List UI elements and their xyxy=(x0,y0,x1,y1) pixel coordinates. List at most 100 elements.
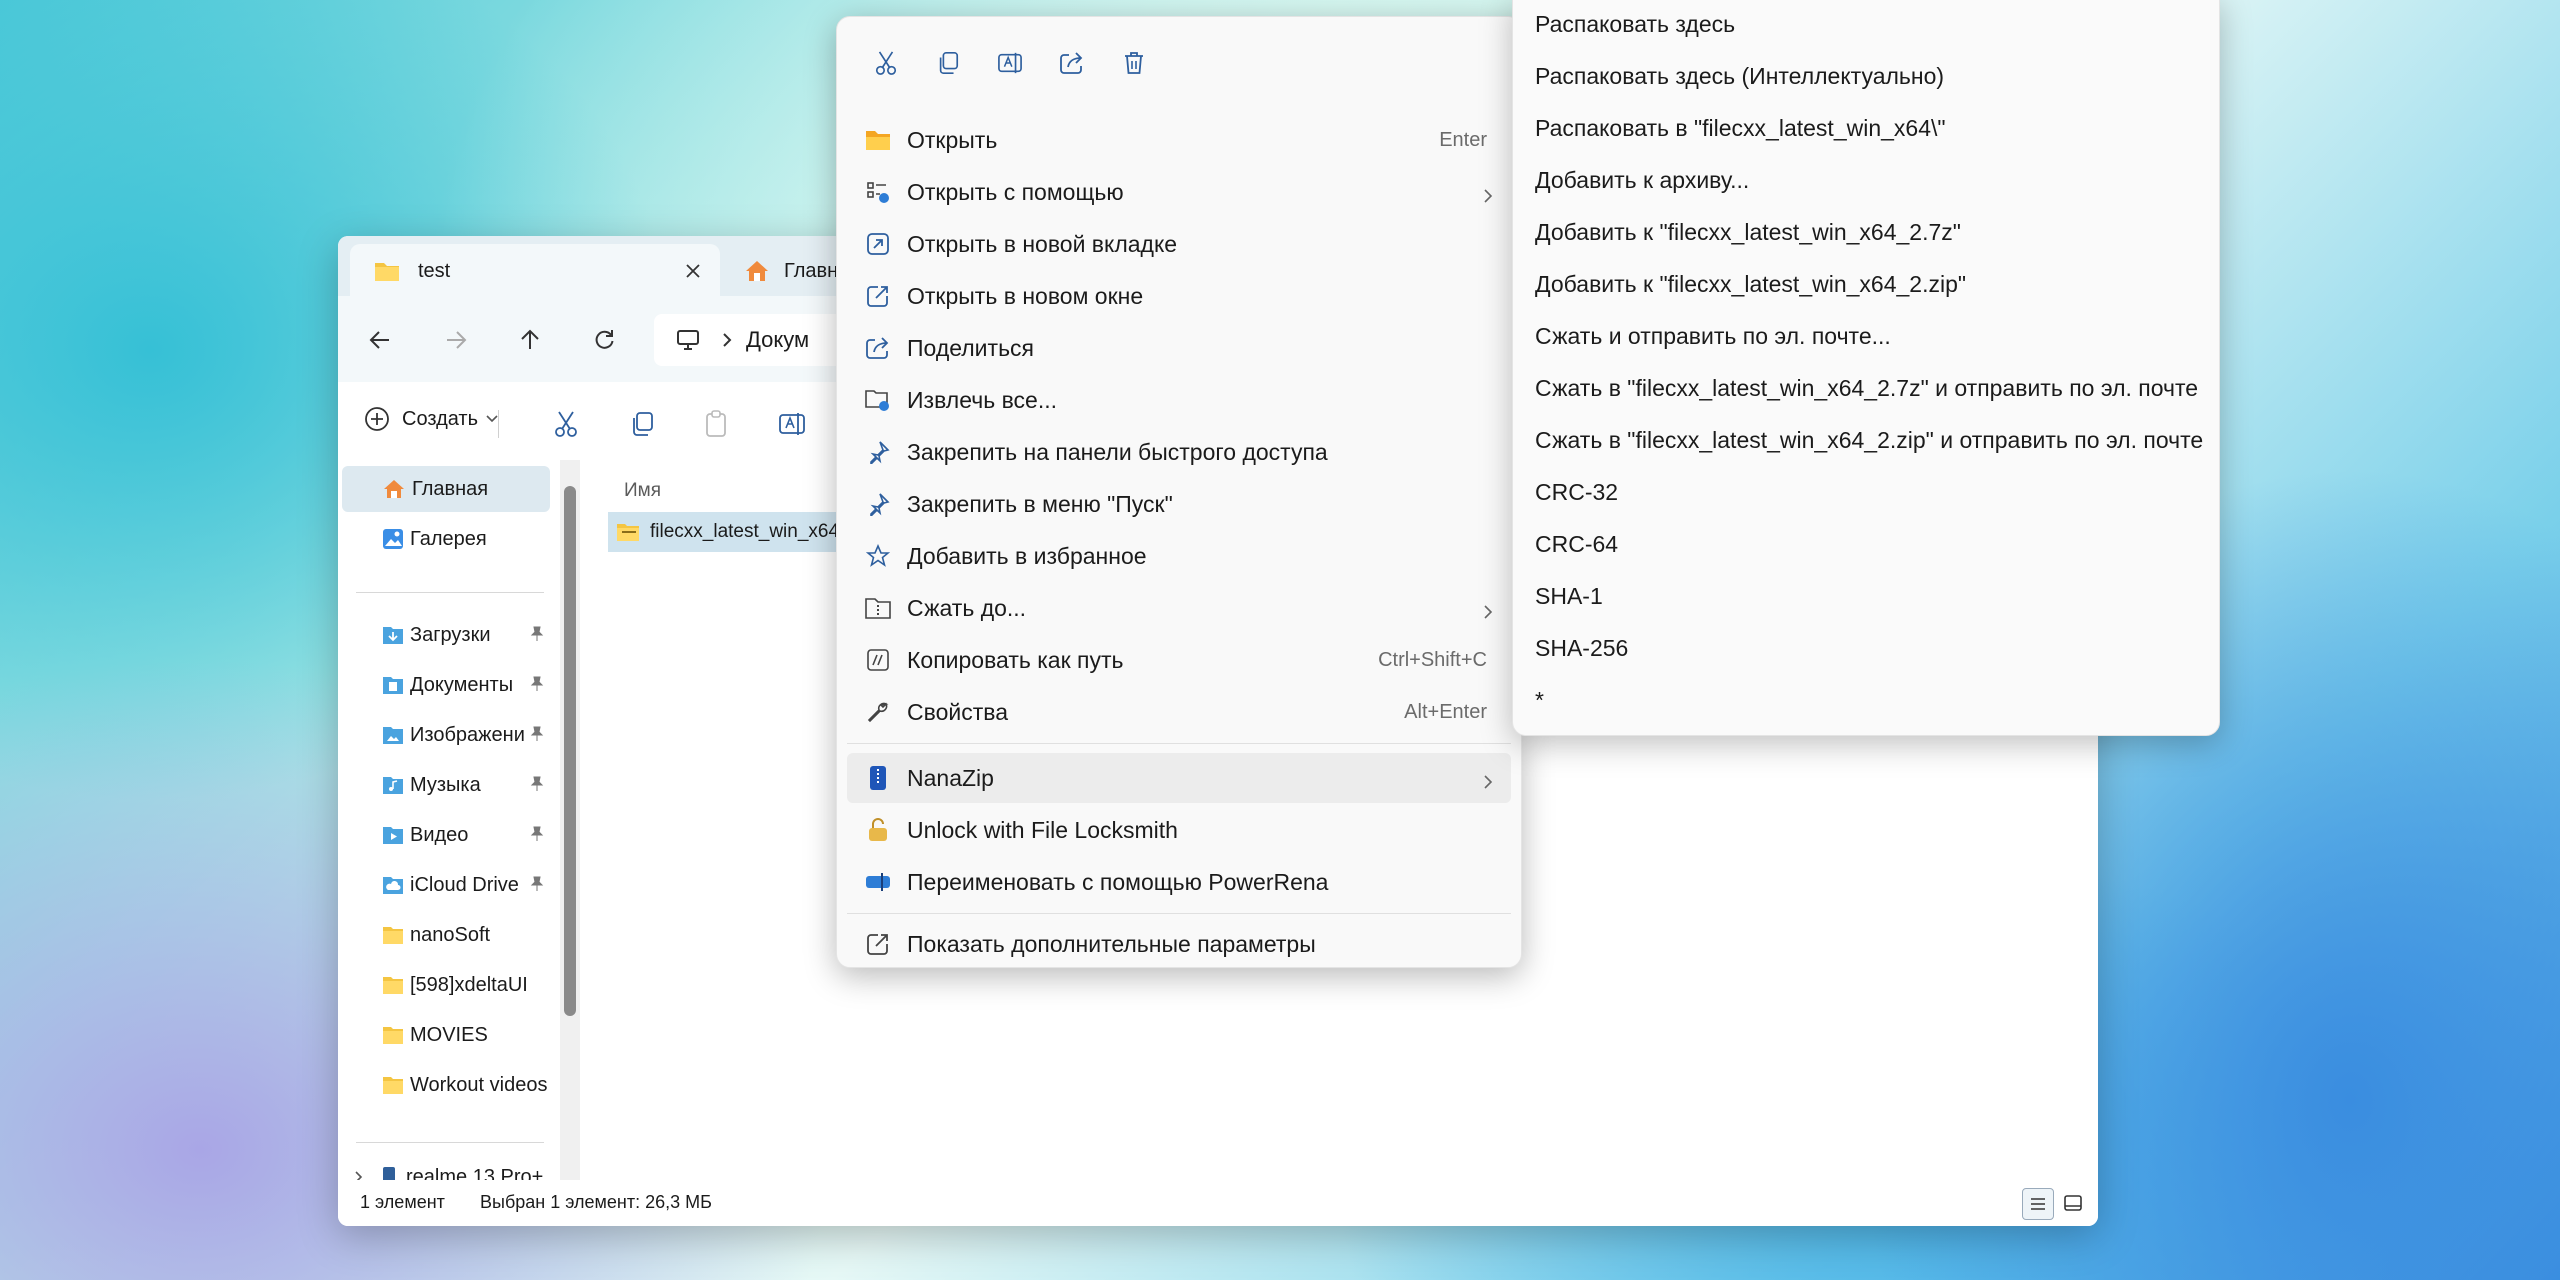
submenu-item[interactable]: Сжать и отправить по эл. почте... xyxy=(1535,323,1891,350)
menu-item-open-new-tab[interactable]: Открыть в новой вкладке xyxy=(847,219,1511,269)
close-icon[interactable] xyxy=(680,258,706,284)
wrench-icon xyxy=(863,700,893,724)
details-view-button[interactable] xyxy=(2022,1188,2054,1220)
menu-item-nanazip[interactable]: NanaZip xyxy=(847,753,1511,803)
submenu-item[interactable]: CRC-32 xyxy=(1535,479,1618,506)
sidebar-item-icloud-drive[interactable]: iCloud Drive xyxy=(342,862,550,908)
folder-icon xyxy=(382,1075,404,1095)
sidebar-item-nanosoft[interactable]: nanoSoft xyxy=(342,912,550,958)
copy-path-icon xyxy=(863,648,893,672)
sidebar-item-label: iCloud Drive xyxy=(410,873,519,896)
menu-item-label: NanaZip xyxy=(907,764,994,791)
breadcrumb[interactable]: Докум xyxy=(746,327,809,353)
submenu-item[interactable]: Распаковать здесь xyxy=(1535,11,1735,38)
powerrename-icon xyxy=(863,871,893,893)
sidebar-item-label: [598]xdeltaUI xyxy=(410,973,528,996)
documents-folder-icon xyxy=(382,675,404,695)
copy-button[interactable] xyxy=(622,404,662,444)
sidebar-item-movies[interactable]: MOVIES xyxy=(342,1012,550,1058)
menu-item-label: Unlock with File Locksmith xyxy=(907,816,1178,843)
submenu-item[interactable]: CRC-64 xyxy=(1535,531,1618,558)
menu-item-label: Поделиться xyxy=(907,334,1035,361)
menu-item-extract-all[interactable]: Извлечь все... xyxy=(847,375,1511,425)
delete-button[interactable] xyxy=(1103,37,1165,89)
home-icon xyxy=(744,259,770,283)
sidebar-item-label: Галерея xyxy=(410,527,487,550)
sidebar-item-home[interactable]: Главная xyxy=(342,466,550,512)
submenu-item[interactable]: Добавить к "filecxx_latest_win_x64_2.zip… xyxy=(1535,271,1966,298)
menu-item-open-with[interactable]: Открыть с помощью xyxy=(847,167,1511,217)
forward-button[interactable] xyxy=(436,320,476,360)
new-window-icon xyxy=(863,284,893,308)
menu-item-file-locksmith[interactable]: Unlock with File Locksmith xyxy=(847,805,1511,855)
menu-item-compress-to[interactable]: Сжать до... xyxy=(847,583,1511,633)
tab-test[interactable]: test xyxy=(350,244,720,298)
sidebar-item-xdeltaui[interactable]: [598]xdeltaUI xyxy=(342,962,550,1008)
sidebar-item-gallery[interactable]: Галерея xyxy=(342,516,550,562)
create-button[interactable]: Создать xyxy=(364,406,498,432)
pin-icon xyxy=(530,725,544,748)
menu-item-label: Свойства xyxy=(907,698,1008,725)
rename-button[interactable] xyxy=(772,404,812,444)
submenu-item[interactable]: * xyxy=(1535,687,1544,714)
selection-info: Выбран 1 элемент: 26,3 МБ xyxy=(480,1192,712,1212)
submenu-item[interactable]: Сжать в "filecxx_latest_win_x64_2.zip" и… xyxy=(1535,427,2203,454)
copy-button[interactable] xyxy=(917,37,979,89)
sidebar-item-downloads[interactable]: Загрузки xyxy=(342,612,550,658)
chevron-right-icon xyxy=(1483,769,1493,796)
menu-item-open[interactable]: Открыть Enter xyxy=(847,115,1511,165)
submenu-item[interactable]: Распаковать здесь (Интеллектуально) xyxy=(1535,63,1944,90)
music-folder-icon xyxy=(382,775,404,795)
more-options-icon xyxy=(863,932,893,956)
sidebar-item-music[interactable]: Музыка xyxy=(342,762,550,808)
submenu-item[interactable]: SHA-1 xyxy=(1535,583,1603,610)
context-menu: Открыть Enter Открыть с помощью Открыть … xyxy=(836,16,1522,968)
sidebar-item-pictures[interactable]: Изображени xyxy=(342,712,550,758)
menu-item-powerrename[interactable]: Переименовать с помощью PowerRena xyxy=(847,857,1511,907)
list-item[interactable]: filecxx_latest_win_x64 xyxy=(608,512,848,552)
share-button[interactable] xyxy=(1041,37,1103,89)
folder-icon xyxy=(382,925,404,945)
paste-button[interactable] xyxy=(696,404,736,444)
submenu-item[interactable]: SHA-256 xyxy=(1535,635,1628,662)
menu-item-pin-start[interactable]: Закрепить в меню "Пуск" xyxy=(847,479,1511,529)
submenu-item[interactable]: Сжать в "filecxx_latest_win_x64_2.7z" и … xyxy=(1535,375,2198,402)
menu-item-label: Сжать до... xyxy=(907,594,1027,621)
menu-item-add-favorites[interactable]: Добавить в избранное xyxy=(847,531,1511,581)
cut-button[interactable] xyxy=(546,404,586,444)
archive-folder-icon xyxy=(863,597,893,619)
nanazip-submenu: Распаковать здесь Распаковать здесь (Инт… xyxy=(1512,0,2220,736)
column-header-name[interactable]: Имя xyxy=(624,480,661,502)
menu-item-label: Закрепить в меню "Пуск" xyxy=(907,490,1173,517)
menu-divider xyxy=(847,743,1511,744)
sidebar-item-workout-videos[interactable]: Workout videos xyxy=(342,1062,550,1108)
menu-item-share[interactable]: Поделиться xyxy=(847,323,1511,373)
sidebar-item-videos[interactable]: Видео xyxy=(342,812,550,858)
sidebar-scrollbar-thumb[interactable] xyxy=(564,486,576,1016)
navigation-pane: Главная Галерея Загрузки Документы Изобр… xyxy=(338,460,560,1188)
refresh-button[interactable] xyxy=(584,320,624,360)
up-button[interactable] xyxy=(510,320,550,360)
menu-item-open-new-window[interactable]: Открыть в новом окне xyxy=(847,271,1511,321)
shortcut-label: Enter xyxy=(1439,128,1487,151)
submenu-item[interactable]: Распаковать в "filecxx_latest_win_x64\" xyxy=(1535,115,1946,142)
videos-folder-icon xyxy=(382,825,404,845)
menu-item-pin-quick-access[interactable]: Закрепить на панели быстрого доступа xyxy=(847,427,1511,477)
rename-button[interactable] xyxy=(979,37,1041,89)
menu-item-label: Добавить в избранное xyxy=(907,542,1147,569)
tiles-view-button[interactable] xyxy=(2058,1188,2088,1218)
sidebar-item-label: Видео xyxy=(410,823,469,846)
menu-item-label: Открыть в новой вкладке xyxy=(907,230,1178,257)
sidebar-item-documents[interactable]: Документы xyxy=(342,662,550,708)
submenu-item[interactable]: Добавить к архиву... xyxy=(1535,167,1749,194)
new-tab-icon xyxy=(863,232,893,256)
back-button[interactable] xyxy=(360,320,400,360)
sidebar-item-label: Загрузки xyxy=(410,623,491,646)
submenu-item[interactable]: Добавить к "filecxx_latest_win_x64_2.7z" xyxy=(1535,219,1961,246)
pin-icon xyxy=(530,875,544,898)
menu-item-copy-as-path[interactable]: Копировать как путь Ctrl+Shift+C xyxy=(847,635,1511,685)
menu-item-properties[interactable]: Свойства Alt+Enter xyxy=(847,687,1511,737)
cut-button[interactable] xyxy=(855,37,917,89)
plus-circle-icon xyxy=(364,406,390,432)
menu-item-show-more-options[interactable]: Показать дополнительные параметры xyxy=(847,923,1511,965)
